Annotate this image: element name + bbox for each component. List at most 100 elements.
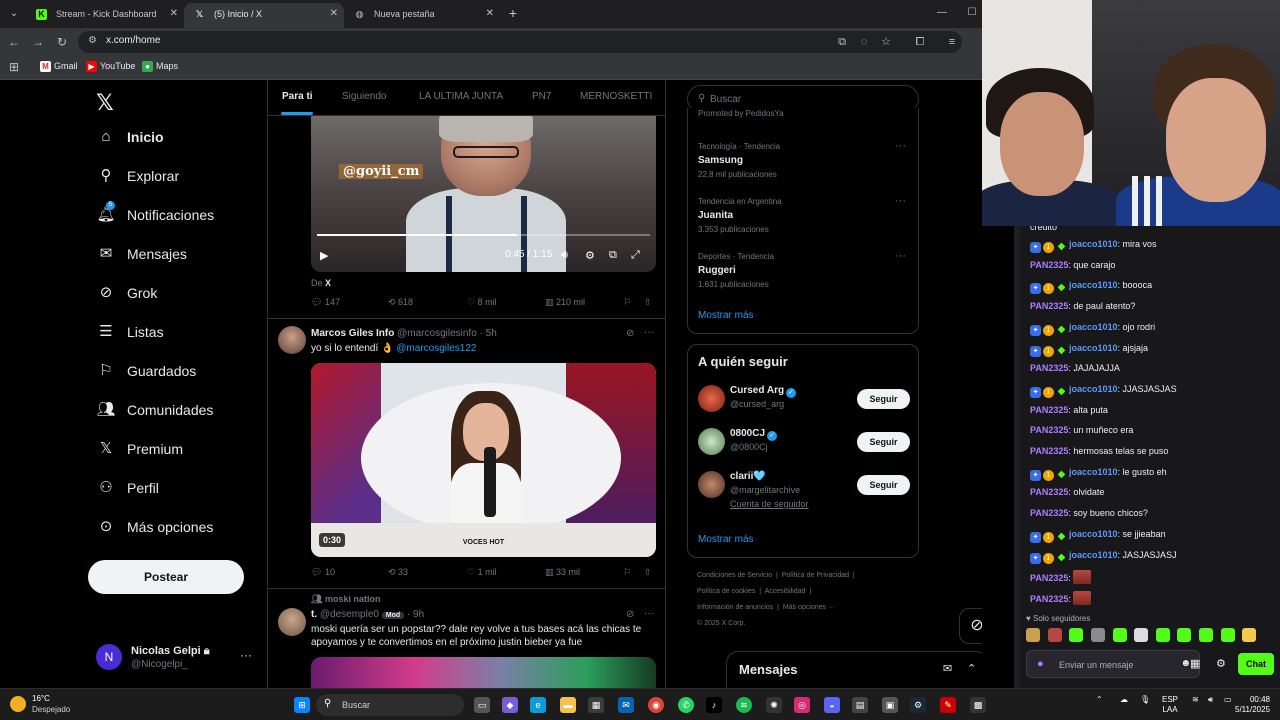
more-icon[interactable]: ··· [240, 648, 252, 662]
copilot-icon[interactable]: ◆ [502, 697, 518, 713]
chat-username[interactable]: joacco1010 [1069, 384, 1118, 394]
close-icon[interactable]: ✕ [330, 3, 338, 25]
video-player[interactable]: @goyii_cm ▶ 0:45 / 1:15 🔊︎ ⚙ ⧉ ⤢ [311, 116, 656, 272]
back-button[interactable]: ← [6, 34, 22, 50]
reload-button[interactable]: ↻ [54, 34, 70, 50]
star-icon[interactable]: ☆ [878, 34, 894, 50]
wifi-icon[interactable]: ≋ [1192, 695, 1199, 705]
messages-drawer[interactable]: Mensajes ✉ ⌃ [726, 651, 982, 688]
pip-icon[interactable]: ⧉ [609, 249, 617, 262]
tab-x-home[interactable]: 𝕏 (5) Inicio / X ✕ [184, 3, 344, 28]
maximize-button[interactable]: ☐ [962, 4, 982, 22]
task-view-icon[interactable]: ▭ [474, 697, 490, 713]
bookmark-maps[interactable]: ● Maps [142, 61, 178, 72]
footer-link[interactable]: Accesibilidad [765, 588, 806, 595]
share-icon[interactable]: ⇧ [644, 297, 652, 308]
instagram-icon[interactable]: ◎ [794, 697, 810, 713]
mention-link[interactable]: @marcosgiles122 [396, 343, 476, 354]
chat-username[interactable]: PAN2325 [1030, 594, 1068, 604]
address-bar[interactable]: ⚙ x.com/home ⧉ ◌ ☆ ⧠ ≡ [78, 31, 962, 53]
gear-icon[interactable]: ⚙ [1216, 657, 1226, 670]
tab-search-icon[interactable]: ⌄ [6, 6, 22, 22]
install-app-icon[interactable]: ⧉ [834, 34, 850, 50]
views-button[interactable]: ▥ 33 mil [545, 567, 580, 578]
language-indicator[interactable]: ESP LAA [1162, 695, 1178, 715]
account-switcher[interactable]: N Nicolas Gelpi 🔒︎ @Nicogelpi_ ··· [96, 642, 256, 672]
views-button[interactable]: ▥ 210 mil [545, 297, 585, 308]
tab-pn7[interactable]: PN7 [532, 91, 551, 102]
chrome-icon[interactable]: ◉ [648, 697, 664, 713]
footer-link[interactable]: Más opciones ··· [783, 604, 835, 611]
bookmark-gmail[interactable]: M Gmail [40, 61, 78, 72]
spotify-icon[interactable]: ≋ [736, 697, 752, 713]
clock[interactable]: 00:48 5/11/2025 [1226, 695, 1270, 715]
app-icon[interactable]: ✎ [940, 697, 956, 713]
chevron-up-icon[interactable]: ⌃ [967, 662, 976, 675]
follow-suggestion[interactable]: clarii🩵 @margelitarchive Cuenta de segui… [698, 469, 910, 509]
store-icon[interactable]: ▦ [1190, 657, 1200, 670]
url-text[interactable]: x.com/home [106, 35, 160, 46]
show-more-trends[interactable]: Mostrar más [698, 310, 754, 321]
more-icon[interactable]: ··· [895, 250, 906, 262]
grok-icon[interactable]: ⊘ [626, 609, 634, 620]
media-icon[interactable]: ≡ [944, 34, 960, 50]
app-icon[interactable]: ▩ [970, 697, 986, 713]
apps-grid-icon[interactable]: ⊞ [6, 59, 22, 75]
tab-new-tab[interactable]: ◍ Nueva pestaña ✕ [344, 3, 500, 28]
emote-icon[interactable] [1155, 628, 1170, 642]
new-tab-button[interactable]: + [504, 4, 522, 22]
grok-icon[interactable]: ⊘ [626, 328, 634, 339]
volume-icon[interactable]: 🔊︎ [561, 249, 568, 262]
trend-item[interactable]: Tendencia en Argentina Juanita 3.353 pub… [698, 195, 908, 247]
chat-username[interactable]: joacco1010 [1069, 467, 1118, 477]
chat-send-button[interactable]: Chat [1238, 653, 1274, 675]
share-icon[interactable]: ⇧ [644, 567, 652, 578]
chevron-up-icon[interactable]: ⌃ [1096, 695, 1103, 705]
chat-username[interactable]: joacco1010 [1069, 239, 1118, 249]
app-icon[interactable]: ▣ [882, 697, 898, 713]
emote-icon[interactable] [1047, 628, 1062, 642]
emote-icon[interactable] [1026, 628, 1040, 642]
steam-icon[interactable]: ⚙ [910, 697, 926, 713]
footer-link[interactable]: Información de anuncios [697, 604, 773, 611]
community-context[interactable]: 👥︎ moski nation [311, 594, 380, 605]
chat-username[interactable]: joacco1010 [1069, 322, 1118, 332]
chat-username[interactable]: joacco1010 [1069, 343, 1118, 353]
footer-link[interactable]: Condiciones de Servicio [697, 572, 772, 579]
chat-username[interactable]: PAN2325 [1030, 301, 1068, 311]
whatsapp-icon[interactable]: ✆ [678, 697, 694, 713]
reply-button[interactable]: 💬︎ 147 [311, 297, 340, 308]
tab-la-ultima-junta[interactable]: LA ULTIMA JUNTA [419, 91, 503, 102]
chat-username[interactable]: PAN2325 [1030, 573, 1068, 583]
follow-suggestion[interactable]: Cursed Arg ✓ @cursed_arg Seguir [698, 383, 910, 417]
fullscreen-icon[interactable]: ⤢ [631, 249, 640, 262]
chat-username[interactable]: PAN2325 [1030, 260, 1068, 270]
more-icon[interactable]: ··· [895, 140, 906, 152]
extensions-icon[interactable]: ⧠ [912, 34, 928, 50]
chat-input[interactable]: ● Enviar un mensaje ☻ [1026, 650, 1200, 678]
taskbar-search[interactable]: ⚲ Buscar [316, 694, 464, 716]
video-player[interactable]: 0:30 VOCES HOT [311, 363, 656, 557]
more-icon[interactable]: ··· [895, 195, 906, 207]
chat-username[interactable]: joacco1010 [1069, 280, 1118, 290]
bookmark-icon[interactable]: ⚐ [623, 297, 631, 308]
more-icon[interactable]: ··· [644, 608, 654, 619]
chat-username[interactable]: PAN2325 [1030, 487, 1068, 497]
reply-button[interactable]: 💬︎ 10 [311, 567, 335, 578]
close-icon[interactable]: ✕ [486, 3, 494, 25]
more-icon[interactable]: ··· [644, 327, 654, 338]
close-icon[interactable]: ✕ [170, 3, 178, 25]
chat-username[interactable]: PAN2325 [1030, 425, 1068, 435]
settings-icon[interactable]: ⚙ [585, 249, 595, 262]
windows-start-icon[interactable]: ⊞ [294, 697, 310, 713]
post-button[interactable]: Postear [88, 560, 244, 594]
tweet-author[interactable]: t. @desemple0 Mod · 9h [311, 609, 424, 620]
bookmark-icon[interactable]: ⚐ [623, 567, 631, 578]
emote-icon[interactable] [1112, 628, 1127, 642]
show-more-follows[interactable]: Mostrar más [698, 534, 754, 545]
x-logo-icon[interactable]: 𝕏 [96, 90, 114, 116]
trend-item[interactable]: Deportes · Tendencia Ruggeri 1.631 publi… [698, 250, 908, 302]
store-icon[interactable]: ▦ [588, 697, 604, 713]
avatar[interactable] [278, 326, 306, 354]
chat-username[interactable]: PAN2325 [1030, 405, 1068, 415]
